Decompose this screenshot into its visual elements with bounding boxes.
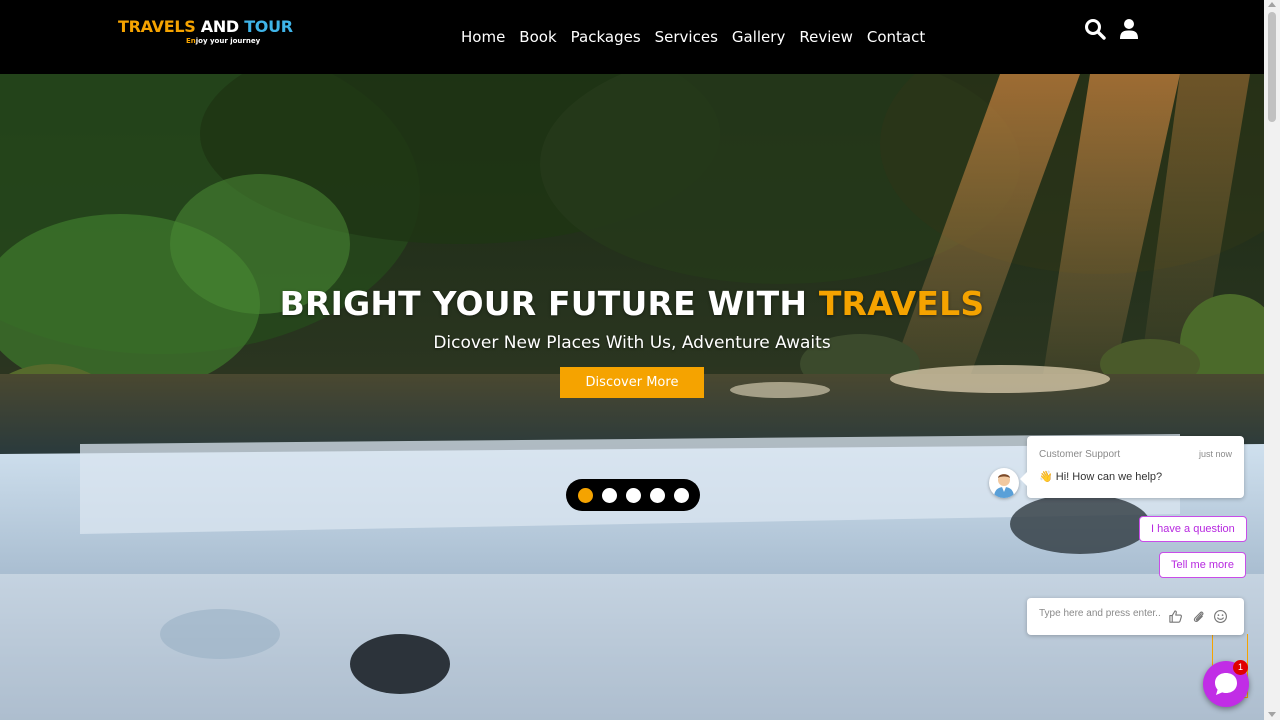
search-icon[interactable] — [1084, 18, 1106, 40]
logo-title: TRAVELS AND TOUR — [118, 18, 293, 36]
chat-message-input[interactable] — [1039, 608, 1163, 619]
hero-title: BRIGHT YOUR FUTURE WITH TRAVELS — [0, 284, 1264, 323]
hero-subtitle: Dicover New Places With Us, Adventure Aw… — [433, 333, 831, 353]
discover-more-button[interactable]: Discover More — [559, 367, 705, 398]
slider-dot-4[interactable] — [649, 487, 665, 503]
user-icon[interactable] — [1118, 18, 1140, 40]
hero-title-main: BRIGHT YOUR FUTURE WITH — [279, 284, 819, 323]
hero-content: BRIGHT YOUR FUTURE WITH TRAVELS Dicover … — [0, 284, 1264, 398]
chat-agent-name: Customer Support — [1039, 449, 1121, 460]
scroll-down-arrow-icon[interactable] — [1268, 712, 1276, 717]
slider-dot-1[interactable] — [577, 487, 593, 503]
logo-word-travels: TRAVELS — [118, 17, 196, 36]
logo-word-tour: TOUR — [244, 17, 293, 36]
logo-tagline-rest: joy your journey — [195, 37, 261, 45]
logo-tagline: Enjoy your journey — [186, 37, 293, 45]
logo-word-and: AND — [200, 17, 239, 36]
slider-dot-2[interactable] — [601, 487, 617, 503]
support-agent-avatar — [989, 468, 1019, 498]
site-header: TRAVELS AND TOUR Enjoy your journey Home… — [0, 0, 1264, 74]
nav-home[interactable]: Home — [454, 26, 512, 48]
chat-message-bubble: Customer Support just now 👋 Hi! How can … — [1020, 436, 1244, 498]
nav-book[interactable]: Book — [512, 26, 563, 48]
hero-title-highlight: TRAVELS — [818, 284, 985, 323]
quick-reply-question[interactable]: I have a question — [1139, 516, 1247, 542]
chat-message: 👋 Hi! How can we help? — [1039, 470, 1162, 483]
attachment-icon[interactable] — [1191, 609, 1206, 624]
nav-services[interactable]: Services — [648, 26, 725, 48]
slider-dot-3[interactable] — [625, 487, 641, 503]
agent-avatar-icon — [994, 474, 1014, 498]
main-nav: Home Book Packages Services Gallery Revi… — [454, 26, 932, 48]
thumbs-up-icon[interactable] — [1168, 609, 1183, 624]
chat-input-box — [1027, 598, 1244, 635]
quick-reply-tell-more[interactable]: Tell me more — [1159, 552, 1246, 578]
emoji-icon[interactable] — [1213, 609, 1228, 624]
chat-timestamp: just now — [1198, 449, 1232, 459]
scrollbar-thumb[interactable] — [1268, 12, 1276, 122]
nav-gallery[interactable]: Gallery — [725, 26, 792, 48]
logo-tagline-highlight: En — [186, 37, 196, 45]
chat-message-text: Hi! How can we help? — [1055, 471, 1163, 483]
wave-emoji-icon: 👋 — [1039, 471, 1053, 483]
slider-dot-5[interactable] — [673, 487, 689, 503]
nav-review[interactable]: Review — [792, 26, 860, 48]
unread-count-badge: 1 — [1233, 660, 1248, 675]
scroll-up-arrow-icon[interactable] — [1268, 2, 1276, 7]
brand-logo[interactable]: TRAVELS AND TOUR Enjoy your journey — [118, 18, 293, 46]
page-scrollbar[interactable] — [1264, 0, 1280, 720]
nav-contact[interactable]: Contact — [860, 26, 932, 48]
slider-pagination — [566, 479, 700, 511]
nav-packages[interactable]: Packages — [564, 26, 648, 48]
